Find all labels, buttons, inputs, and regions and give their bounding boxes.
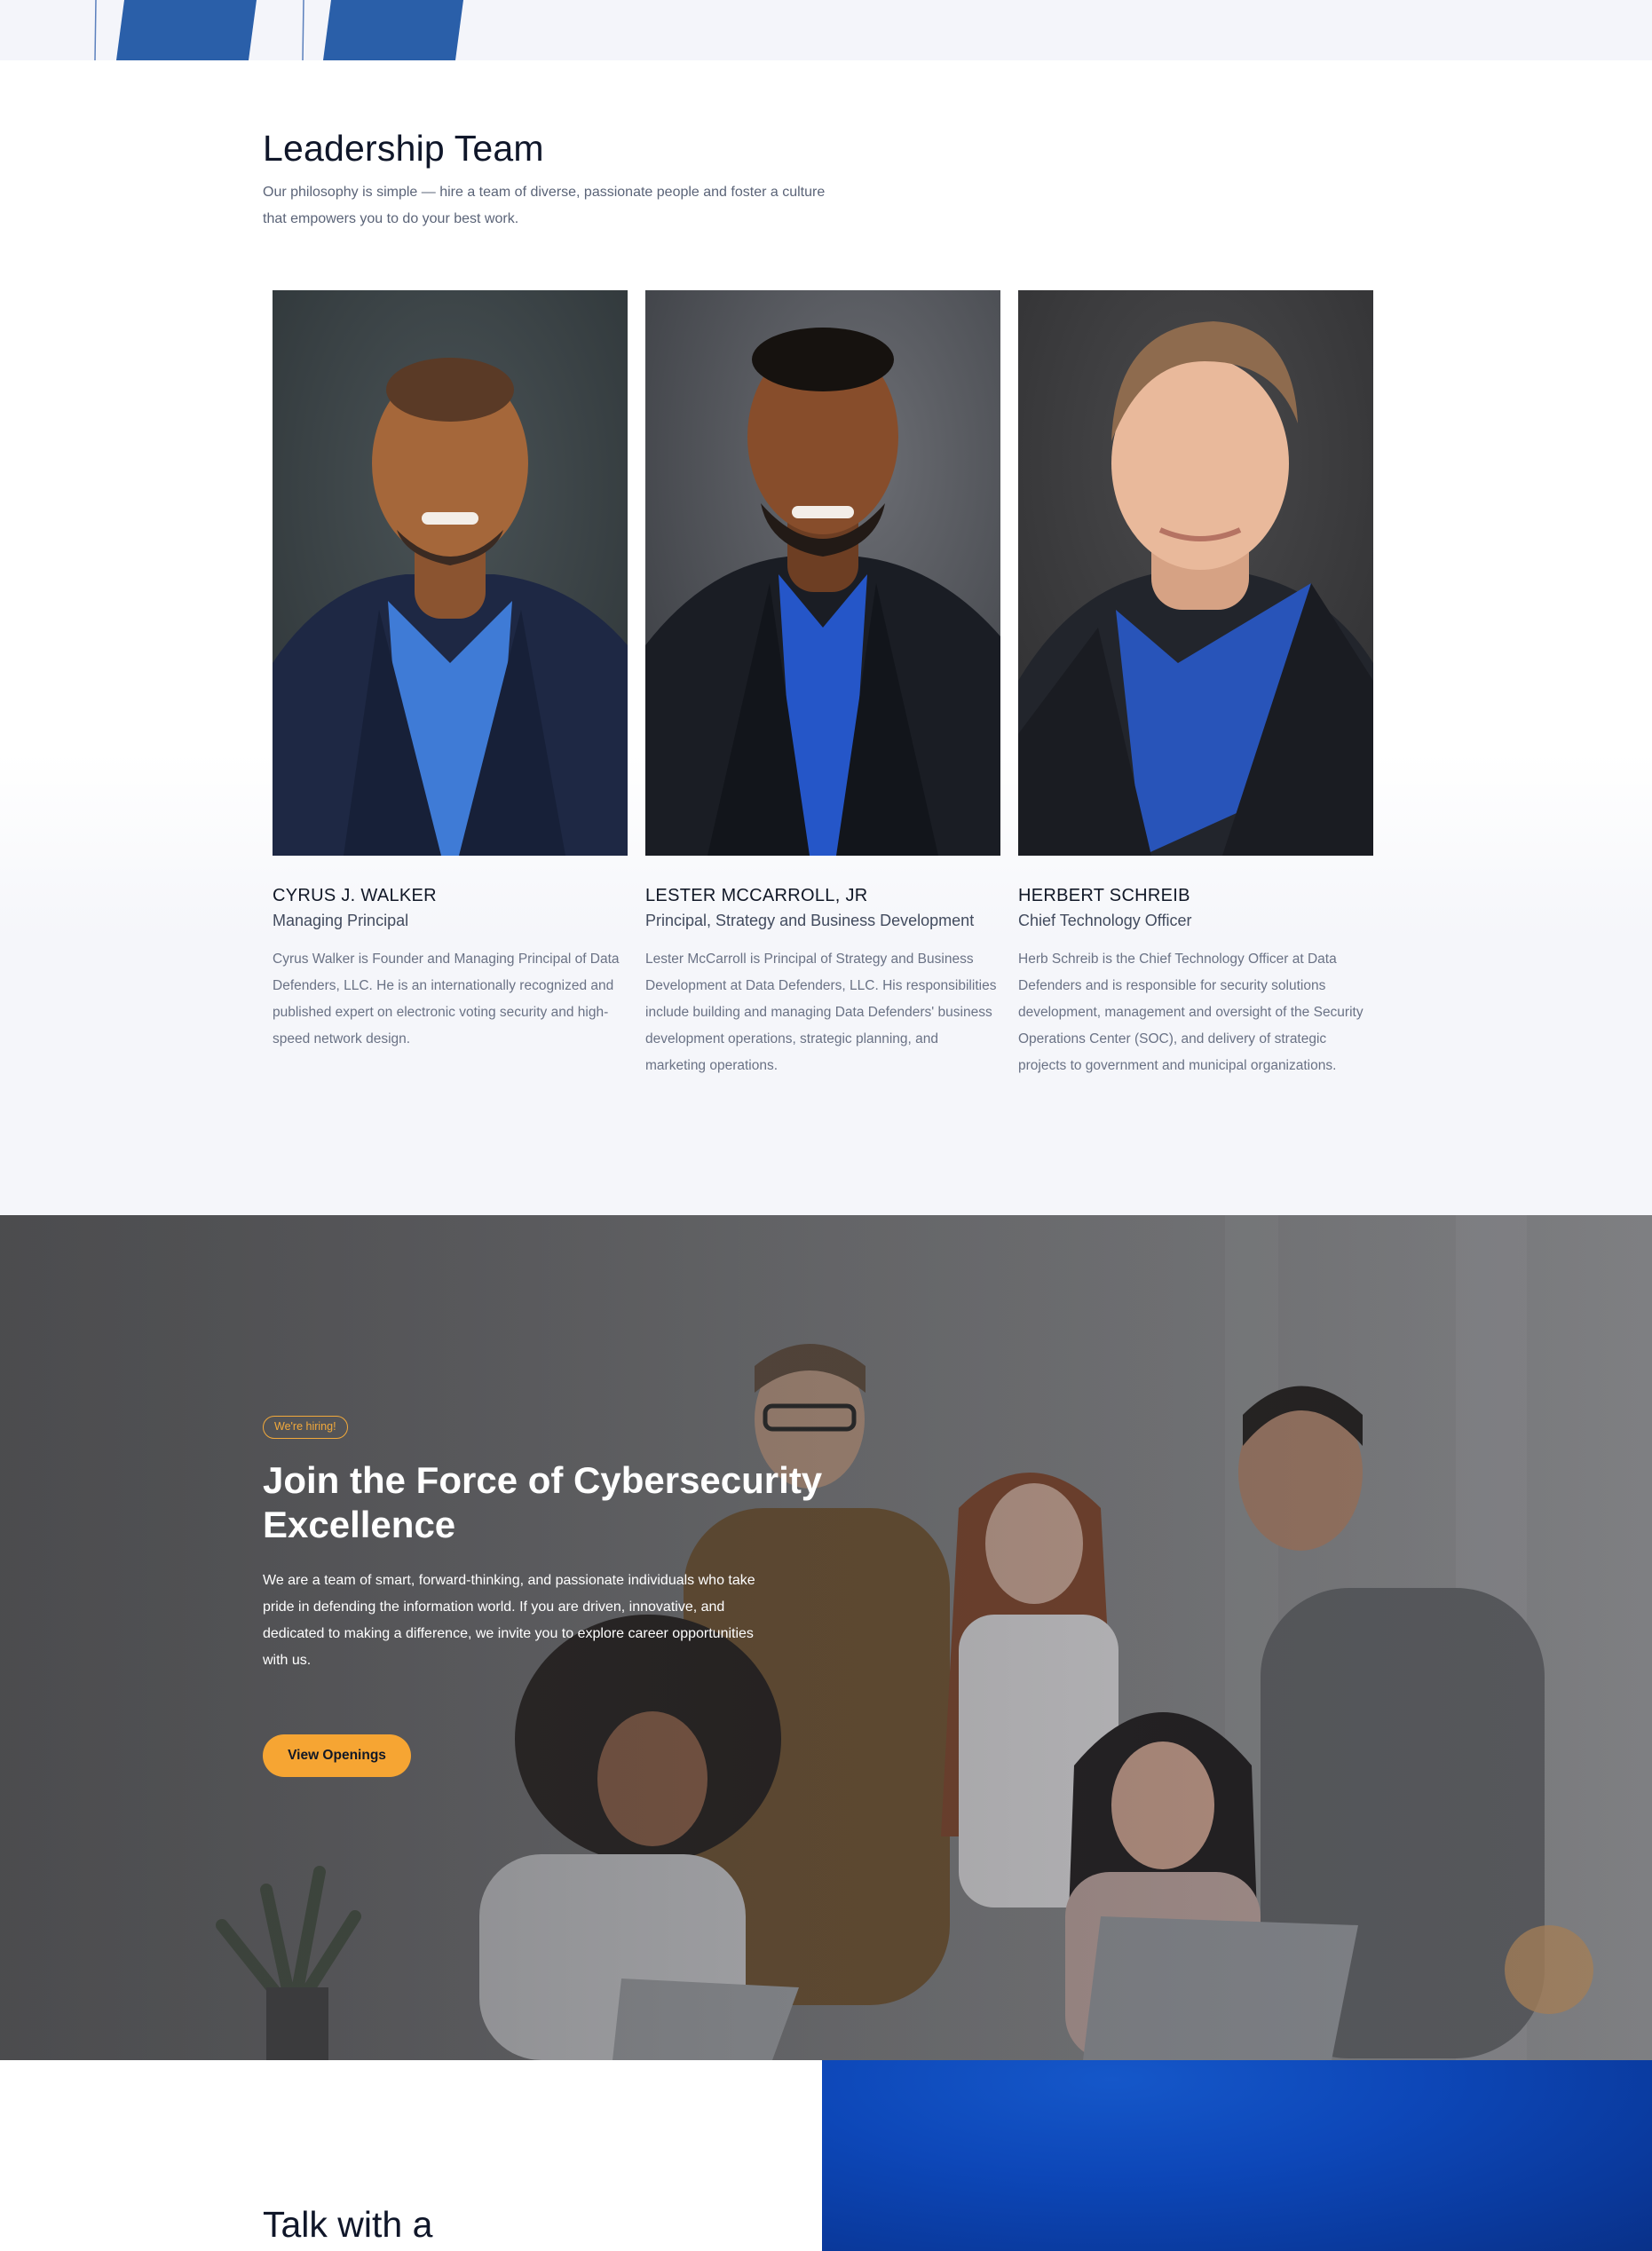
team-member-bio: Herb Schreib is the Chief Technology Off… xyxy=(1018,952,1363,1073)
contact-blue-panel xyxy=(822,2060,1652,2251)
hero-title: Join the Force of Cybersecurity Excellen… xyxy=(263,1459,823,1545)
team-member-role: Chief Technology Officer xyxy=(1018,912,1192,929)
section-title: Leadership Team xyxy=(263,128,544,169)
hiring-badge: We're hiring! xyxy=(263,1416,348,1439)
section-intro: Our philosophy is simple — hire a team o… xyxy=(263,185,826,226)
hero-dark-overlay xyxy=(0,1215,1652,2060)
team-member-bio: Cyrus Walker is Founder and Managing Pri… xyxy=(273,952,620,1047)
team-member-card: CYRUS J. WALKER Managing Principal Cyrus… xyxy=(273,290,628,1053)
team-member-name: HERBERT SCHREIB xyxy=(1018,886,1190,905)
decorative-arcs xyxy=(94,0,463,60)
team-member-role: Managing Principal xyxy=(273,912,409,929)
team-member-card: HERBERT SCHREIB Chief Technology Officer… xyxy=(1018,290,1373,1079)
contact-title: Talk with a xyxy=(263,2204,433,2245)
team-member-photo xyxy=(273,290,628,856)
team-member-name: CYRUS J. WALKER xyxy=(273,886,437,905)
leadership-section: Leadership Team Our philosophy is simple… xyxy=(0,60,1652,1215)
team-member-card: LESTER MCCARROLL, JR Principal, Strategy… xyxy=(645,290,1000,1079)
team-member-photo xyxy=(1018,290,1373,856)
team-member-photo xyxy=(645,290,1000,856)
team-member-bio: Lester McCarroll is Principal of Strateg… xyxy=(645,952,997,1073)
contact-section: Talk with a xyxy=(0,2060,822,2251)
view-openings-button[interactable]: View Openings xyxy=(263,1734,411,1777)
team-member-name: LESTER MCCARROLL, JR xyxy=(645,886,868,905)
hiring-hero-section: We're hiring! Join the Force of Cybersec… xyxy=(0,1215,1652,2060)
top-decorative-band xyxy=(0,0,1652,60)
team-member-role: Principal, Strategy and Business Develop… xyxy=(645,912,975,929)
hero-description: We are a team of smart, forward-thinking… xyxy=(263,1573,755,1668)
